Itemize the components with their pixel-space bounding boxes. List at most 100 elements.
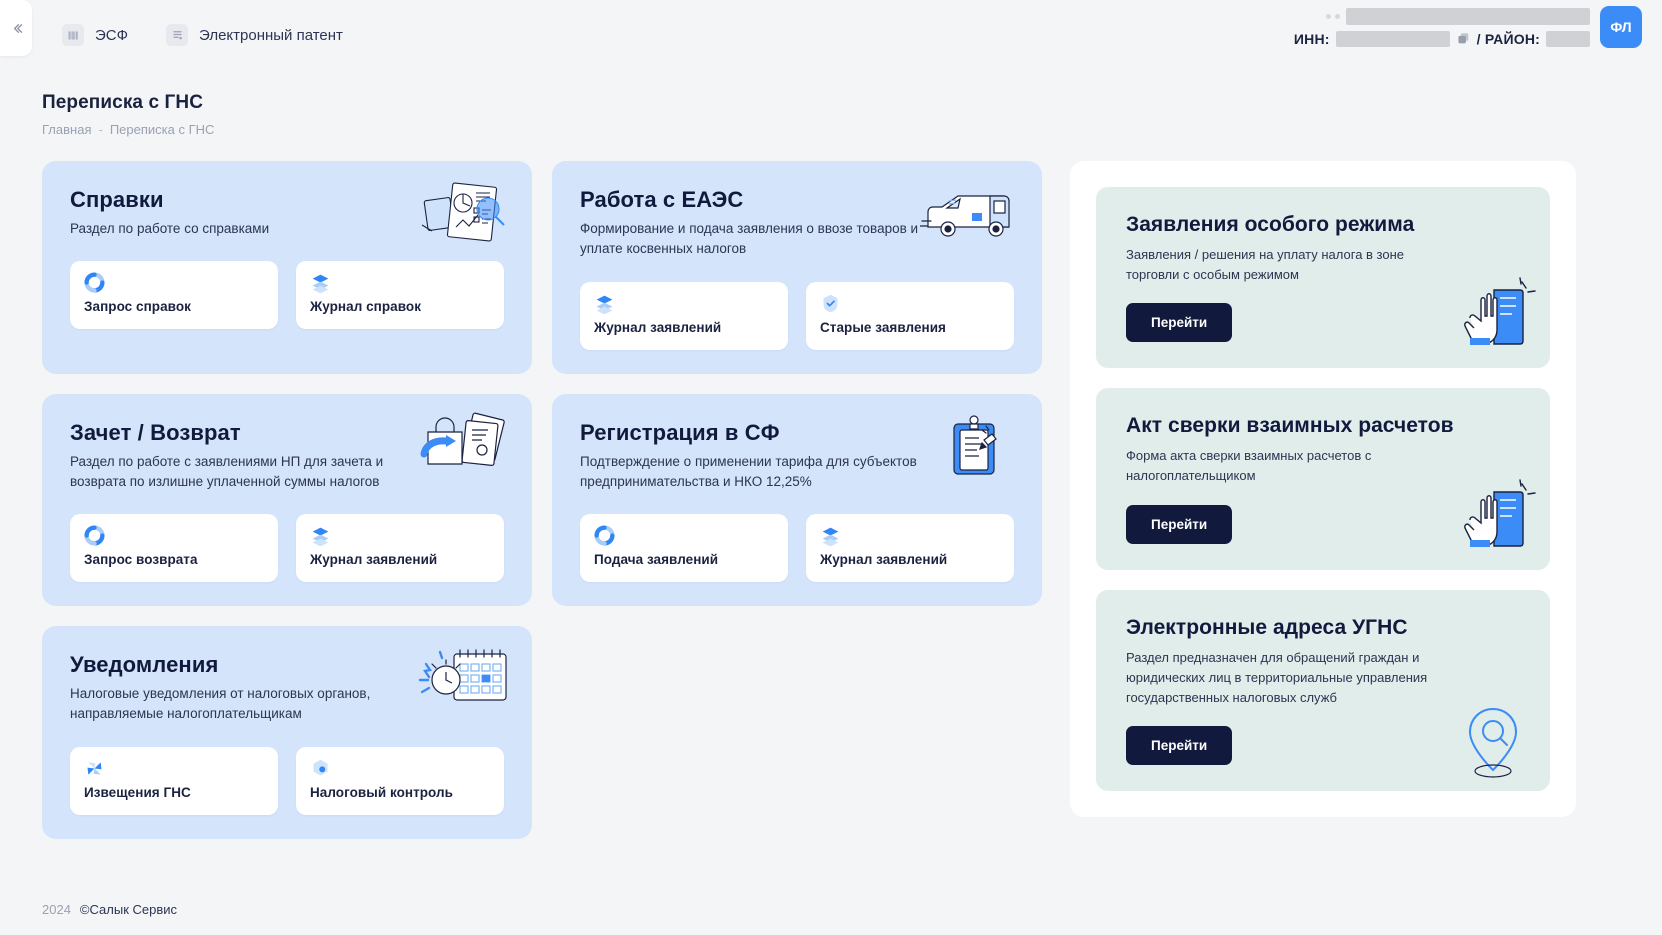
footer-brand: ©Салык Сервис xyxy=(79,901,178,917)
side-card-subtitle: Форма акта сверки взаимных расчетов с на… xyxy=(1126,448,1372,484)
breadcrumb-item-home[interactable]: Главная xyxy=(42,122,91,137)
tile-label: Запрос возврата xyxy=(84,552,198,567)
card-title: Справки xyxy=(70,187,164,212)
card-subtitle: Подтверждение о применении тарифа для су… xyxy=(580,453,917,489)
card-tiles: Подача заявлений Журнал заявлений xyxy=(580,514,1014,582)
card-subtitle: Раздел по работе со справками xyxy=(70,221,270,236)
side-cards-panel: Заявления особого режима Заявления / реш… xyxy=(1070,161,1576,817)
card-tiles: Журнал заявлений Старые заявления xyxy=(580,281,1014,350)
topnav-item-electronic-patent[interactable]: Электронный патент xyxy=(166,24,343,46)
document-lines-icon xyxy=(166,24,189,46)
map-pin-search-icon xyxy=(1450,699,1536,785)
tile-label: Извещения ГНС xyxy=(84,784,191,800)
breadcrumb: Главная - Переписка с ГНС xyxy=(42,122,1634,137)
user-name-row xyxy=(1326,7,1590,25)
card-registraciya-sf: Регистрация в СФ Подтверждение о примене… xyxy=(552,393,1042,606)
tile-label: Налоговый контроль xyxy=(310,784,453,800)
side-card-title: Акт сверки взаимных расчетов xyxy=(1126,414,1454,438)
card-tiles: Запрос возврата Журнал заявлений xyxy=(70,514,504,582)
side-card-subtitle: Заявления / решения на уплату налога в з… xyxy=(1126,247,1405,283)
sync-ring-icon xyxy=(594,525,774,547)
user-name-redacted xyxy=(1346,7,1590,25)
top-navigation: ЭСФ Электронный патент xyxy=(62,24,343,46)
sync-ring-icon xyxy=(84,525,264,547)
card-title: Зачет / Возврат xyxy=(70,419,241,445)
card-uvedomleniya: Уведомления Налоговые уведомления от нал… xyxy=(42,626,532,839)
tile-izvescheniya-gns[interactable]: Извещения ГНС xyxy=(70,746,278,815)
hand-book-icon xyxy=(1450,478,1536,564)
side-card-akt-sverki: Акт сверки взаимных расчетов Форма акта … xyxy=(1096,388,1550,570)
main-cards-column: Справки Раздел по работе со справками За… xyxy=(42,161,1042,859)
main-cards-row-3: Уведомления Налоговые уведомления от нал… xyxy=(42,626,1042,839)
card-subtitle: Формирование и подача заявления о ввозе … xyxy=(580,221,919,257)
topnav-label-electronic-patent: Электронный патент xyxy=(199,26,343,44)
side-card-title: Заявления особого режима xyxy=(1126,213,1415,236)
tile-zapros-vozvrata[interactable]: Запрос возврата xyxy=(70,514,278,582)
shield-check-icon xyxy=(820,293,1000,315)
account-type-badge[interactable]: ФЛ xyxy=(1600,6,1642,48)
page-body: Переписка с ГНС Главная - Переписка с ГН… xyxy=(0,70,1662,883)
user-info-lines: ИНН: / РАЙОН: xyxy=(1294,7,1590,47)
tile-label: Старые заявления xyxy=(820,319,946,335)
tile-zhurnal-zayavleniy-vozvrat[interactable]: Журнал заявлений xyxy=(296,514,504,582)
leading-dots-icon xyxy=(1326,13,1340,19)
tile-zhurnal-zayavleniy-sf[interactable]: Журнал заявлений xyxy=(806,514,1014,582)
app-root: ЭСФ Электронный патент ИНН: / РАЙОН: ФЛ … xyxy=(0,0,1662,935)
raion-label: / РАЙОН: xyxy=(1476,30,1540,47)
tile-label: Журнал справок xyxy=(310,299,422,315)
card-tiles: Извещения ГНС Налоговый контроль xyxy=(70,746,504,815)
side-card-go-button[interactable]: Перейти xyxy=(1126,303,1233,343)
tile-label: Запрос справок xyxy=(84,299,191,315)
footer: 2024 ©Салык Сервис xyxy=(0,883,1662,935)
card-title: Уведомления xyxy=(70,652,219,677)
main-cards-row-2: Зачет / Возврат Раздел по работе с заявл… xyxy=(42,393,1042,606)
hand-book-icon xyxy=(1450,276,1536,362)
tile-label: Подача заявлений xyxy=(594,552,719,567)
card-zachet-vozvrat: Зачет / Возврат Раздел по работе с заявл… xyxy=(42,393,532,606)
tile-zhurnal-spravok[interactable]: Журнал справок xyxy=(296,261,504,330)
user-account-block: ИНН: / РАЙОН: ФЛ xyxy=(1294,6,1642,48)
layers-icon xyxy=(310,272,490,294)
tile-podacha-zayavleniy[interactable]: Подача заявлений xyxy=(580,514,788,582)
side-card-title: Электронные адреса УГНС xyxy=(1126,615,1408,639)
inn-value-redacted xyxy=(1335,30,1450,47)
sidebar-collapse-button[interactable] xyxy=(0,0,32,56)
side-card-zayavleniya-osobogo-rezhima: Заявления особого режима Заявления / реш… xyxy=(1096,187,1550,369)
sync-ring-icon xyxy=(84,272,264,294)
user-inn-row: ИНН: / РАЙОН: xyxy=(1294,30,1590,47)
sparkle-star-icon xyxy=(84,758,264,780)
side-card-go-button[interactable]: Перейти xyxy=(1126,725,1233,765)
tile-label: Журнал заявлений xyxy=(820,552,948,567)
copy-icon[interactable] xyxy=(1456,31,1471,46)
card-tiles: Запрос справок Журнал справок xyxy=(70,261,504,330)
content-area: Справки Раздел по работе со справками За… xyxy=(42,161,1634,859)
raion-value-redacted xyxy=(1546,30,1590,47)
main-cards-row-1: Справки Раздел по работе со справками За… xyxy=(42,161,1042,374)
card-spravki: Справки Раздел по работе со справками За… xyxy=(42,161,532,374)
topnav-item-esf[interactable]: ЭСФ xyxy=(62,24,128,46)
tile-starye-zayavleniya[interactable]: Старые заявления xyxy=(806,281,1014,350)
barcode-icon xyxy=(62,24,84,46)
hexagon-dot-icon xyxy=(310,758,490,780)
tile-label: Журнал заявлений xyxy=(594,319,722,335)
card-subtitle: Налоговые уведомления от налоговых орган… xyxy=(70,686,371,722)
topnav-label-esf: ЭСФ xyxy=(95,26,129,44)
layers-icon xyxy=(310,525,490,547)
breadcrumb-separator: - xyxy=(98,122,103,137)
tile-nalogovyy-kontrol[interactable]: Налоговый контроль xyxy=(296,746,504,815)
side-card-subtitle: Раздел предназначен для обращений гражда… xyxy=(1126,649,1428,705)
footer-year: 2024 xyxy=(42,901,71,917)
side-card-elektronnye-adresa-ugns: Электронные адреса УГНС Раздел предназна… xyxy=(1096,589,1550,791)
tile-zhurnal-zayavleniy-eaes[interactable]: Журнал заявлений xyxy=(580,281,788,350)
layers-icon xyxy=(820,525,1000,547)
card-title: Регистрация в СФ xyxy=(580,419,780,445)
chevron-double-left-icon xyxy=(9,21,24,36)
page-title: Переписка с ГНС xyxy=(42,92,204,113)
side-card-go-button[interactable]: Перейти xyxy=(1126,504,1233,544)
topbar: ЭСФ Электронный патент ИНН: / РАЙОН: ФЛ xyxy=(0,0,1662,70)
card-title: Работа с ЕАЭС xyxy=(580,187,744,212)
breadcrumb-item-current: Переписка с ГНС xyxy=(109,122,215,137)
card-eaes: Работа с ЕАЭС Формирование и подача заяв… xyxy=(552,161,1042,374)
tile-zapros-spravok[interactable]: Запрос справок xyxy=(70,261,278,330)
layers-icon xyxy=(594,293,774,315)
